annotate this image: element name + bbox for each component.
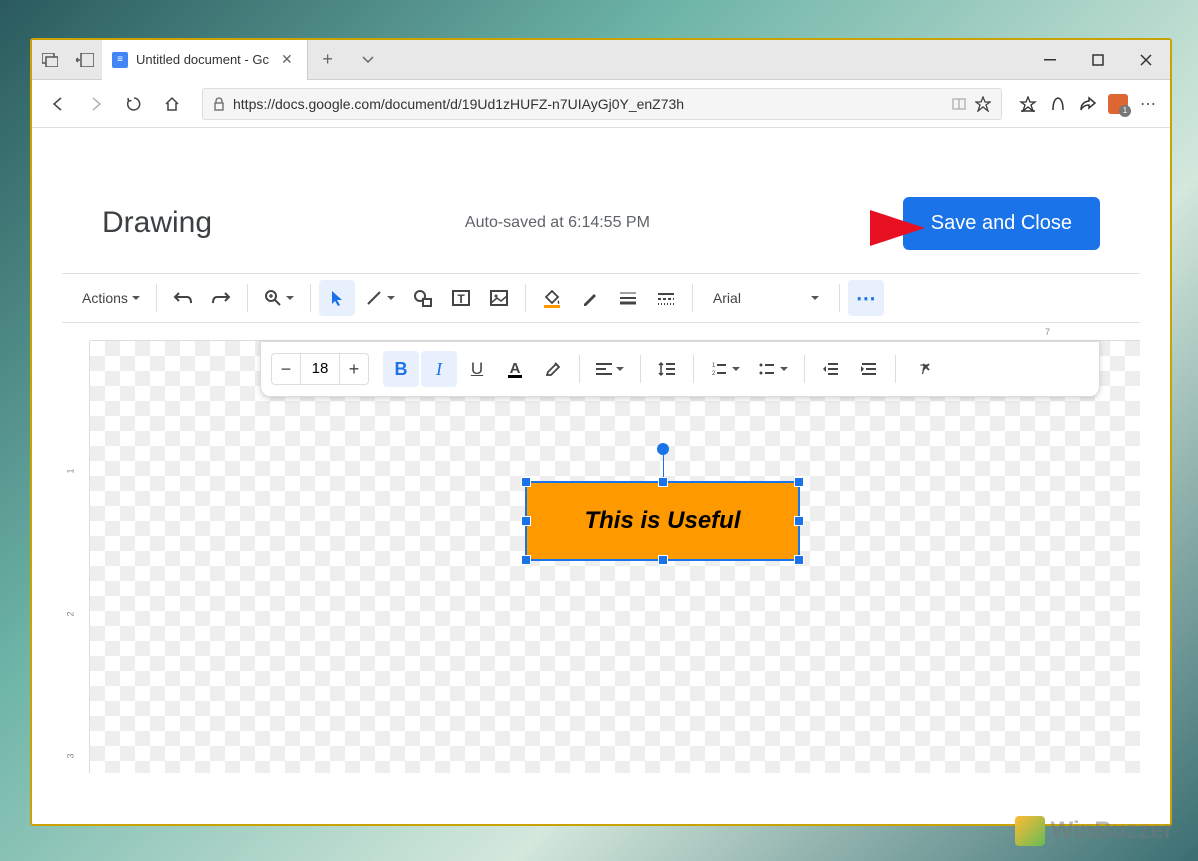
outdent-button[interactable] [813, 351, 849, 387]
textbox-tool[interactable]: T [443, 280, 479, 316]
drawing-toolbar: Actions T Arial ⋯ [62, 273, 1140, 323]
back-button[interactable] [42, 88, 74, 120]
resize-handle-tr[interactable] [794, 477, 804, 487]
resize-handle-ml[interactable] [521, 516, 531, 526]
shape-tool[interactable] [405, 280, 441, 316]
font-size-value[interactable]: 18 [300, 354, 340, 384]
refresh-button[interactable] [118, 88, 150, 120]
autosave-status: Auto-saved at 6:14:55 PM [465, 214, 650, 232]
indent-button[interactable] [851, 351, 887, 387]
border-color-button[interactable] [572, 280, 608, 316]
drawing-dialog: Drawing Auto-saved at 6:14:55 PM Save an… [62, 173, 1140, 773]
set-aside-tabs-icon[interactable] [67, 40, 102, 80]
bullet-list-button[interactable] [750, 351, 796, 387]
shape-text[interactable]: This is Useful [584, 507, 740, 535]
canvas-area: 7 1 2 3 − 18 + B I U A 12 T [62, 323, 1140, 773]
minimize-button[interactable] [1026, 40, 1074, 80]
clear-formatting-button[interactable]: T [904, 351, 940, 387]
tab-close-icon[interactable]: ✕ [277, 51, 297, 68]
resize-handle-mr[interactable] [794, 516, 804, 526]
close-window-button[interactable] [1122, 40, 1170, 80]
drawing-canvas[interactable]: − 18 + B I U A 12 T This is Useful [90, 341, 1140, 773]
resize-handle-tl[interactable] [521, 477, 531, 487]
svg-text:2: 2 [712, 371, 716, 376]
address-bar: https://docs.google.com/document/d/19Ud1… [32, 80, 1170, 128]
window-controls [1026, 40, 1170, 80]
redo-button[interactable] [203, 280, 239, 316]
line-tool[interactable] [357, 280, 403, 316]
browser-tab[interactable]: ≡ Untitled document - Gc ✕ [102, 40, 308, 80]
notes-icon[interactable] [1046, 92, 1070, 116]
horizontal-ruler: 7 [90, 323, 1140, 341]
resize-handle-bl[interactable] [521, 555, 531, 565]
watermark-icon [1015, 816, 1045, 846]
rotate-connector [663, 453, 664, 478]
extension-icon[interactable] [1106, 92, 1130, 116]
resize-handle-tm[interactable] [658, 477, 668, 487]
image-tool[interactable] [481, 280, 517, 316]
browser-window: ≡ Untitled document - Gc ✕ + https://doc… [30, 38, 1172, 826]
favorites-bar-icon[interactable] [1016, 92, 1040, 116]
share-icon[interactable] [1076, 92, 1100, 116]
reading-view-icon[interactable] [951, 97, 967, 111]
increase-font-size[interactable]: + [340, 354, 368, 384]
more-options-button[interactable]: ⋯ [848, 280, 884, 316]
font-selector[interactable]: Arial [701, 280, 831, 316]
resize-handle-bm[interactable] [658, 555, 668, 565]
docs-favicon-icon: ≡ [112, 52, 128, 68]
watermark: WinBuzzer [1015, 816, 1173, 846]
bold-button[interactable]: B [383, 351, 419, 387]
tab-dropdown-icon[interactable] [348, 56, 388, 64]
maximize-button[interactable] [1074, 40, 1122, 80]
more-icon[interactable]: ⋯ [1136, 92, 1160, 116]
svg-text:A: A [510, 360, 521, 377]
zoom-button[interactable] [256, 280, 302, 316]
url-text: https://docs.google.com/document/d/19Ud1… [233, 96, 943, 112]
align-button[interactable] [588, 351, 632, 387]
underline-button[interactable]: U [459, 351, 495, 387]
dialog-header: Drawing Auto-saved at 6:14:55 PM Save an… [62, 173, 1140, 273]
text-color-button[interactable]: A [497, 351, 533, 387]
browser-titlebar: ≡ Untitled document - Gc ✕ + [32, 40, 1170, 80]
decrease-font-size[interactable]: − [272, 354, 300, 384]
favorite-icon[interactable] [975, 96, 991, 112]
border-weight-button[interactable] [610, 280, 646, 316]
dialog-title: Drawing [102, 206, 212, 240]
home-button[interactable] [156, 88, 188, 120]
resize-handle-br[interactable] [794, 555, 804, 565]
rotate-handle[interactable] [657, 443, 669, 455]
vertical-ruler: 1 2 3 [62, 341, 90, 773]
select-tool[interactable] [319, 280, 355, 316]
new-tab-button[interactable]: + [308, 49, 348, 70]
actions-menu[interactable]: Actions [74, 280, 148, 316]
annotation-arrow-icon [730, 198, 930, 258]
forward-button[interactable] [80, 88, 112, 120]
line-spacing-button[interactable] [649, 351, 685, 387]
highlight-button[interactable] [535, 351, 571, 387]
svg-text:T: T [457, 292, 465, 306]
text-formatting-toolbar: − 18 + B I U A 12 T [260, 341, 1100, 397]
svg-text:1: 1 [712, 363, 716, 369]
text-shape[interactable]: This is Useful [525, 481, 800, 561]
undo-button[interactable] [165, 280, 201, 316]
fill-color-button[interactable] [534, 280, 570, 316]
tab-title: Untitled document - Gc [136, 52, 269, 67]
font-size-control: − 18 + [271, 353, 369, 385]
save-and-close-button[interactable]: Save and Close [903, 197, 1100, 250]
italic-button[interactable]: I [421, 351, 457, 387]
url-input[interactable]: https://docs.google.com/document/d/19Ud1… [202, 88, 1002, 120]
tab-actions-icon[interactable] [32, 40, 67, 80]
lock-icon [213, 97, 225, 111]
numbered-list-button[interactable]: 12 [702, 351, 748, 387]
border-dash-button[interactable] [648, 280, 684, 316]
